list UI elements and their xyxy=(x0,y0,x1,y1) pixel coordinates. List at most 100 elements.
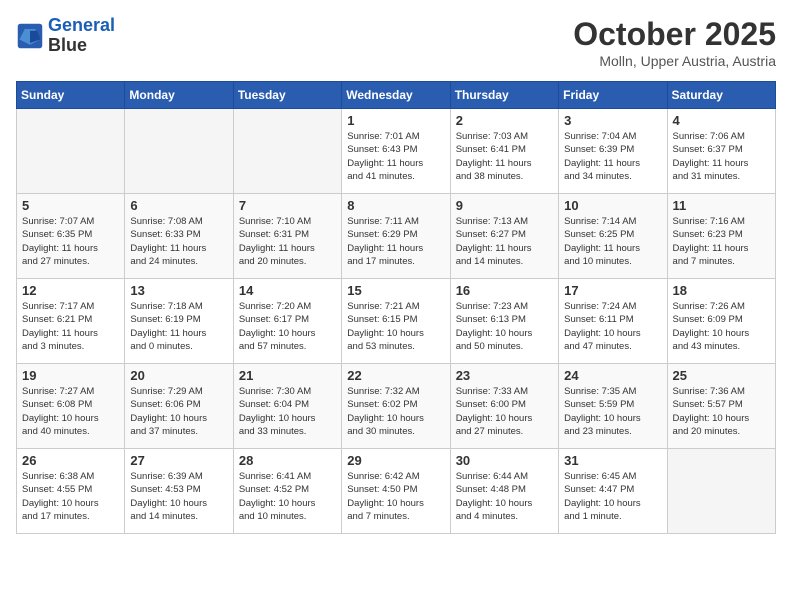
calendar-cell: 21Sunrise: 7:30 AM Sunset: 6:04 PM Dayli… xyxy=(233,364,341,449)
calendar-cell: 20 Sunrise: 7:29 AM Sunset: 6:06 PM Dayli… xyxy=(125,364,233,449)
day-number: 23 xyxy=(456,368,553,383)
day-number: 21 xyxy=(239,368,336,383)
day-info: Sunrise: 7:08 AM Sunset: 6:33 PM Dayligh… xyxy=(130,215,227,268)
calendar-cell: 13 Sunrise: 7:18 AM Sunset: 6:19 PM Dayli… xyxy=(125,279,233,364)
day-number: 17 xyxy=(564,283,661,298)
logo-line2: Blue xyxy=(48,36,115,56)
day-number: 16 xyxy=(456,283,553,298)
calendar-week-row: 5 Sunrise: 7:07 AM Sunset: 6:35 PM Daylig… xyxy=(17,194,776,279)
calendar-cell: 1 Sunrise: 7:01 AM Sunset: 6:43 PM Daylig… xyxy=(342,109,450,194)
calendar-cell xyxy=(17,109,125,194)
weekday-header-tuesday: Tuesday xyxy=(233,82,341,109)
month-title: October 2025 xyxy=(573,16,776,53)
logo-icon xyxy=(16,22,44,50)
logo: General Blue xyxy=(16,16,115,56)
calendar-cell: 7Sunrise: 7:10 AM Sunset: 6:31 PM Daylig… xyxy=(233,194,341,279)
day-info: Sunrise: 6:45 AM Sunset: 4:47 PM Dayligh… xyxy=(564,470,661,523)
calendar-cell: 3Sunrise: 7:04 AM Sunset: 6:39 PM Daylig… xyxy=(559,109,667,194)
calendar-week-row: 26Sunrise: 6:38 AM Sunset: 4:55 PM Dayli… xyxy=(17,449,776,534)
day-info: Sunrise: 7:10 AM Sunset: 6:31 PM Dayligh… xyxy=(239,215,336,268)
day-number: 19 xyxy=(22,368,119,383)
title-block: October 2025 Molln, Upper Austria, Austr… xyxy=(573,16,776,69)
day-number: 13 xyxy=(130,283,227,298)
day-number: 12 xyxy=(22,283,119,298)
day-info: Sunrise: 7:11 AM Sunset: 6:29 PM Dayligh… xyxy=(347,215,444,268)
day-info: Sunrise: 7:24 AM Sunset: 6:11 PM Dayligh… xyxy=(564,300,661,353)
weekday-header-monday: Monday xyxy=(125,82,233,109)
day-info: Sunrise: 7:29 AM Sunset: 6:06 PM Dayligh… xyxy=(130,385,227,438)
day-number: 22 xyxy=(347,368,444,383)
calendar-cell: 2 Sunrise: 7:03 AM Sunset: 6:41 PM Daylig… xyxy=(450,109,558,194)
day-info: Sunrise: 6:42 AM Sunset: 4:50 PM Dayligh… xyxy=(347,470,444,523)
day-info: Sunrise: 7:04 AM Sunset: 6:39 PM Dayligh… xyxy=(564,130,661,183)
calendar-cell: 6 Sunrise: 7:08 AM Sunset: 6:33 PM Daylig… xyxy=(125,194,233,279)
weekday-header-row: SundayMondayTuesdayWednesdayThursdayFrid… xyxy=(17,82,776,109)
day-number: 1 xyxy=(347,113,444,128)
day-info: Sunrise: 7:26 AM Sunset: 6:09 PM Dayligh… xyxy=(673,300,770,353)
day-info: Sunrise: 7:06 AM Sunset: 6:37 PM Dayligh… xyxy=(673,130,770,183)
day-info: Sunrise: 7:07 AM Sunset: 6:35 PM Dayligh… xyxy=(22,215,119,268)
day-info: Sunrise: 7:20 AM Sunset: 6:17 PM Dayligh… xyxy=(239,300,336,353)
day-number: 20 xyxy=(130,368,227,383)
calendar-cell xyxy=(667,449,775,534)
weekday-header-sunday: Sunday xyxy=(17,82,125,109)
day-number: 2 xyxy=(456,113,553,128)
calendar-cell: 11Sunrise: 7:16 AM Sunset: 6:23 PM Dayli… xyxy=(667,194,775,279)
calendar-cell: 10 Sunrise: 7:14 AM Sunset: 6:25 PM Dayli… xyxy=(559,194,667,279)
calendar-cell: 5 Sunrise: 7:07 AM Sunset: 6:35 PM Daylig… xyxy=(17,194,125,279)
day-number: 4 xyxy=(673,113,770,128)
day-info: Sunrise: 7:27 AM Sunset: 6:08 PM Dayligh… xyxy=(22,385,119,438)
day-info: Sunrise: 7:36 AM Sunset: 5:57 PM Dayligh… xyxy=(673,385,770,438)
day-info: Sunrise: 6:39 AM Sunset: 4:53 PM Dayligh… xyxy=(130,470,227,523)
day-info: Sunrise: 7:16 AM Sunset: 6:23 PM Dayligh… xyxy=(673,215,770,268)
day-number: 30 xyxy=(456,453,553,468)
calendar-cell: 29Sunrise: 6:42 AM Sunset: 4:50 PM Dayli… xyxy=(342,449,450,534)
day-number: 14 xyxy=(239,283,336,298)
calendar-week-row: 12Sunrise: 7:17 AM Sunset: 6:21 PM Dayli… xyxy=(17,279,776,364)
calendar-cell: 26Sunrise: 6:38 AM Sunset: 4:55 PM Dayli… xyxy=(17,449,125,534)
day-number: 5 xyxy=(22,198,119,213)
calendar-cell: 22Sunrise: 7:32 AM Sunset: 6:02 PM Dayli… xyxy=(342,364,450,449)
calendar-cell: 27Sunrise: 6:39 AM Sunset: 4:53 PM Dayli… xyxy=(125,449,233,534)
day-info: Sunrise: 7:03 AM Sunset: 6:41 PM Dayligh… xyxy=(456,130,553,183)
day-info: Sunrise: 7:21 AM Sunset: 6:15 PM Dayligh… xyxy=(347,300,444,353)
day-number: 25 xyxy=(673,368,770,383)
calendar-cell: 18 Sunrise: 7:26 AM Sunset: 6:09 PM Dayli… xyxy=(667,279,775,364)
weekday-header-thursday: Thursday xyxy=(450,82,558,109)
calendar-cell xyxy=(233,109,341,194)
calendar-week-row: 19 Sunrise: 7:27 AM Sunset: 6:08 PM Dayli… xyxy=(17,364,776,449)
calendar-cell: 30 Sunrise: 6:44 AM Sunset: 4:48 PM Dayli… xyxy=(450,449,558,534)
day-info: Sunrise: 7:14 AM Sunset: 6:25 PM Dayligh… xyxy=(564,215,661,268)
day-info: Sunrise: 7:23 AM Sunset: 6:13 PM Dayligh… xyxy=(456,300,553,353)
logo-text: General Blue xyxy=(48,16,115,56)
day-info: Sunrise: 6:44 AM Sunset: 4:48 PM Dayligh… xyxy=(456,470,553,523)
calendar-cell: 9Sunrise: 7:13 AM Sunset: 6:27 PM Daylig… xyxy=(450,194,558,279)
day-number: 9 xyxy=(456,198,553,213)
day-info: Sunrise: 7:18 AM Sunset: 6:19 PM Dayligh… xyxy=(130,300,227,353)
day-info: Sunrise: 7:33 AM Sunset: 6:00 PM Dayligh… xyxy=(456,385,553,438)
calendar-cell: 25 Sunrise: 7:36 AM Sunset: 5:57 PM Dayli… xyxy=(667,364,775,449)
day-info: Sunrise: 6:41 AM Sunset: 4:52 PM Dayligh… xyxy=(239,470,336,523)
calendar-cell xyxy=(125,109,233,194)
calendar-cell: 28Sunrise: 6:41 AM Sunset: 4:52 PM Dayli… xyxy=(233,449,341,534)
calendar-cell: 12Sunrise: 7:17 AM Sunset: 6:21 PM Dayli… xyxy=(17,279,125,364)
calendar-cell: 8 Sunrise: 7:11 AM Sunset: 6:29 PM Daylig… xyxy=(342,194,450,279)
calendar-cell: 14 Sunrise: 7:20 AM Sunset: 6:17 PM Dayli… xyxy=(233,279,341,364)
day-number: 8 xyxy=(347,198,444,213)
calendar-cell: 19 Sunrise: 7:27 AM Sunset: 6:08 PM Dayli… xyxy=(17,364,125,449)
calendar-cell: 4 Sunrise: 7:06 AM Sunset: 6:37 PM Daylig… xyxy=(667,109,775,194)
weekday-header-saturday: Saturday xyxy=(667,82,775,109)
day-number: 15 xyxy=(347,283,444,298)
day-number: 31 xyxy=(564,453,661,468)
day-number: 6 xyxy=(130,198,227,213)
day-number: 10 xyxy=(564,198,661,213)
calendar-cell: 31 Sunrise: 6:45 AM Sunset: 4:47 PM Dayli… xyxy=(559,449,667,534)
day-number: 24 xyxy=(564,368,661,383)
day-number: 18 xyxy=(673,283,770,298)
calendar-cell: 23 Sunrise: 7:33 AM Sunset: 6:00 PM Dayli… xyxy=(450,364,558,449)
day-info: Sunrise: 6:38 AM Sunset: 4:55 PM Dayligh… xyxy=(22,470,119,523)
day-info: Sunrise: 7:01 AM Sunset: 6:43 PM Dayligh… xyxy=(347,130,444,183)
calendar-cell: 24Sunrise: 7:35 AM Sunset: 5:59 PM Dayli… xyxy=(559,364,667,449)
weekday-header-friday: Friday xyxy=(559,82,667,109)
calendar-cell: 16 Sunrise: 7:23 AM Sunset: 6:13 PM Dayli… xyxy=(450,279,558,364)
